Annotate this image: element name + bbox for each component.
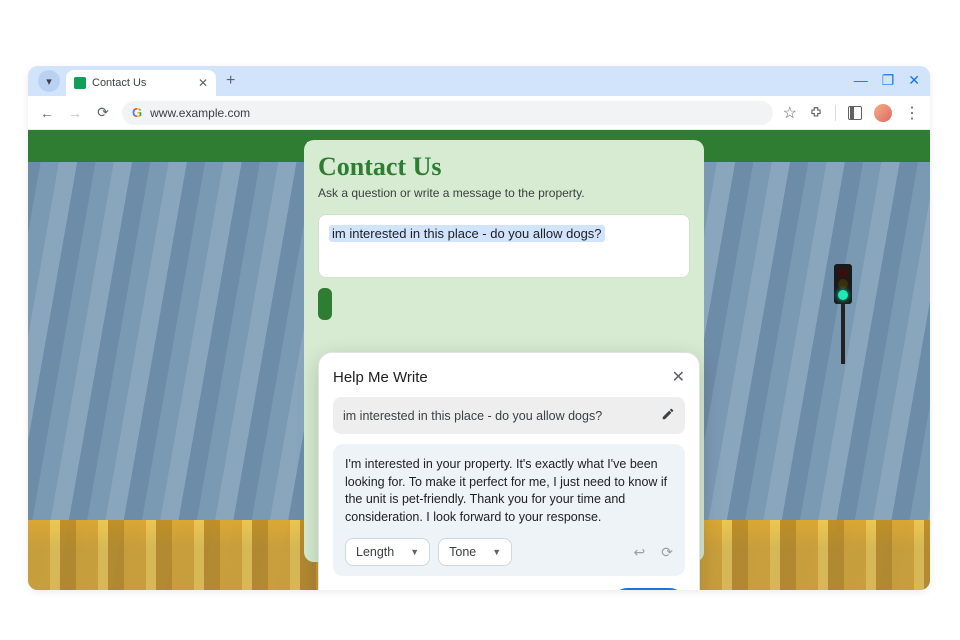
generated-text: I'm interested in your property. It's ex… xyxy=(345,456,673,526)
browser-toolbar: ← → ⟳ G www.example.com ☆ ⋮ xyxy=(28,96,930,130)
chevron-down-icon: ▼ xyxy=(492,547,501,557)
length-label: Length xyxy=(356,545,394,559)
pencil-icon xyxy=(661,407,675,421)
popover-title: Help Me Write xyxy=(333,369,428,386)
traffic-light-decor xyxy=(834,264,852,364)
search-tabs-button[interactable]: ▾ xyxy=(38,70,60,92)
chevron-down-icon: ▾ xyxy=(46,75,52,88)
google-icon: G xyxy=(132,105,142,120)
tab-title: Contact Us xyxy=(92,77,146,89)
back-button[interactable]: ← xyxy=(38,105,56,121)
page-title: Contact Us xyxy=(318,152,690,182)
undo-button[interactable]: ↩ xyxy=(634,544,646,561)
reload-button[interactable]: ⟳ xyxy=(94,104,112,121)
regenerate-button[interactable]: ⟳ xyxy=(661,544,673,561)
length-dropdown[interactable]: Length ▼ xyxy=(345,538,430,566)
generated-box: I'm interested in your property. It's ex… xyxy=(333,444,685,576)
chevron-down-icon: ▼ xyxy=(410,547,419,557)
maximize-button[interactable]: ❐ xyxy=(882,72,895,89)
tone-dropdown[interactable]: Tone ▼ xyxy=(438,538,512,566)
bookmark-button[interactable]: ☆ xyxy=(783,103,797,123)
message-selected-text: im interested in this place - do you all… xyxy=(329,225,605,242)
menu-button[interactable]: ⋮ xyxy=(904,103,920,123)
page-subtitle: Ask a question or write a message to the… xyxy=(318,186,690,200)
address-bar[interactable]: G www.example.com xyxy=(122,101,773,125)
browser-tab[interactable]: Contact Us ✕ xyxy=(66,70,216,96)
new-tab-button[interactable]: + xyxy=(226,72,235,90)
submit-button[interactable] xyxy=(318,288,332,320)
close-window-button[interactable]: ✕ xyxy=(908,72,920,89)
toolbar-divider xyxy=(835,105,836,121)
profile-avatar[interactable] xyxy=(874,104,892,122)
extensions-button[interactable] xyxy=(809,106,823,120)
insert-button[interactable]: Insert xyxy=(612,588,685,590)
prompt-row: im interested in this place - do you all… xyxy=(333,397,685,434)
tab-close-button[interactable]: ✕ xyxy=(198,76,208,90)
url-text: www.example.com xyxy=(150,106,250,120)
favicon-icon xyxy=(74,77,86,89)
message-textarea[interactable]: im interested in this place - do you all… xyxy=(318,214,690,278)
disclaimer-text: This is an experimental AI writing aid a… xyxy=(333,589,543,590)
minimize-button[interactable]: — xyxy=(854,72,868,89)
side-panel-button[interactable] xyxy=(848,106,862,120)
close-popover-button[interactable]: ✕ xyxy=(672,367,685,387)
tab-strip: ▾ Contact Us ✕ + — ❐ ✕ xyxy=(28,66,930,96)
edit-prompt-button[interactable] xyxy=(661,407,675,424)
browser-window: ▾ Contact Us ✕ + — ❐ ✕ ← → ⟳ G www.examp… xyxy=(28,66,930,590)
help-me-write-popover: Help Me Write ✕ im interested in this pl… xyxy=(318,352,700,590)
page-content: Home Support Chat FAQs Resources About C… xyxy=(28,130,930,590)
prompt-text: im interested in this place - do you all… xyxy=(343,409,602,423)
forward-button[interactable]: → xyxy=(66,105,84,121)
tone-label: Tone xyxy=(449,545,476,559)
